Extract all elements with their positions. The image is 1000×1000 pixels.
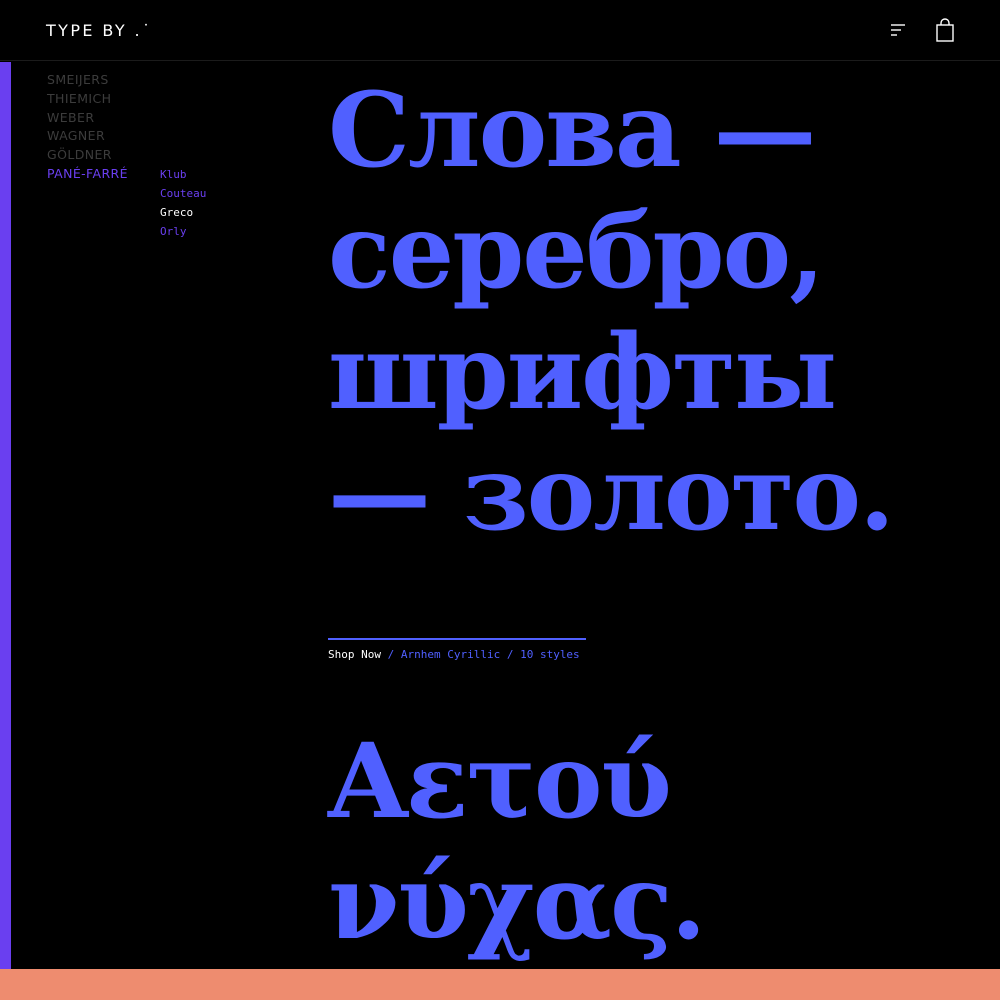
logo[interactable]: TYPE BY .˙ <box>46 21 152 41</box>
foundry-item[interactable]: GÖLDNER <box>47 146 128 165</box>
menu-lines-icon <box>891 24 905 36</box>
specimen-line: νύχας. <box>328 842 707 963</box>
font-name-link[interactable]: Arnhem Cyrillic <box>401 648 500 661</box>
foundry-nav: SMEIJERS THIEMICH WEBER WAGNER GÖLDNER PANÉ-F… <box>47 71 128 184</box>
shopping-bag-icon <box>936 18 954 42</box>
shop-breadcrumb: Shop Now / Arnhem Cyrillic / 10 styles <box>328 647 580 663</box>
foundry-item[interactable]: WEBER <box>47 109 128 128</box>
font-item[interactable]: Couteau <box>160 184 206 203</box>
specimen-line: шрифты <box>328 312 837 433</box>
top-bar: TYPE BY .˙ <box>0 0 1000 61</box>
specimen-line: Αετού <box>328 721 672 842</box>
shop-now-link[interactable]: Shop Now <box>328 648 381 661</box>
foundry-item[interactable]: THIEMICH <box>47 90 128 109</box>
styles-count-link[interactable]: 10 styles <box>520 648 580 661</box>
cart-button[interactable] <box>931 16 959 44</box>
foundry-item[interactable]: WAGNER <box>47 127 128 146</box>
foundry-item[interactable]: PANÉ-FARRÉ <box>47 165 128 184</box>
greek-specimen-headline: Αετού νύχας. <box>328 721 707 963</box>
breadcrumb-separator: / <box>500 648 521 661</box>
specimen-line: серебро, <box>328 191 825 312</box>
bottom-bar <box>0 969 1000 1000</box>
font-nav: Klub Couteau Greco Orly <box>160 165 206 241</box>
cyrillic-specimen-headline: Слова — серебро, шрифты — золото. <box>328 70 895 554</box>
specimen-line: Слова — <box>328 70 816 191</box>
shop-divider <box>328 638 586 640</box>
foundry-item[interactable]: SMEIJERS <box>47 71 128 90</box>
font-item[interactable]: Orly <box>160 222 206 241</box>
font-item[interactable]: Greco <box>160 203 206 222</box>
menu-button[interactable] <box>884 16 912 44</box>
breadcrumb-separator: / <box>380 648 401 661</box>
accent-bar <box>0 62 11 970</box>
font-item[interactable]: Klub <box>160 165 206 184</box>
specimen-line: — золото. <box>328 433 895 554</box>
